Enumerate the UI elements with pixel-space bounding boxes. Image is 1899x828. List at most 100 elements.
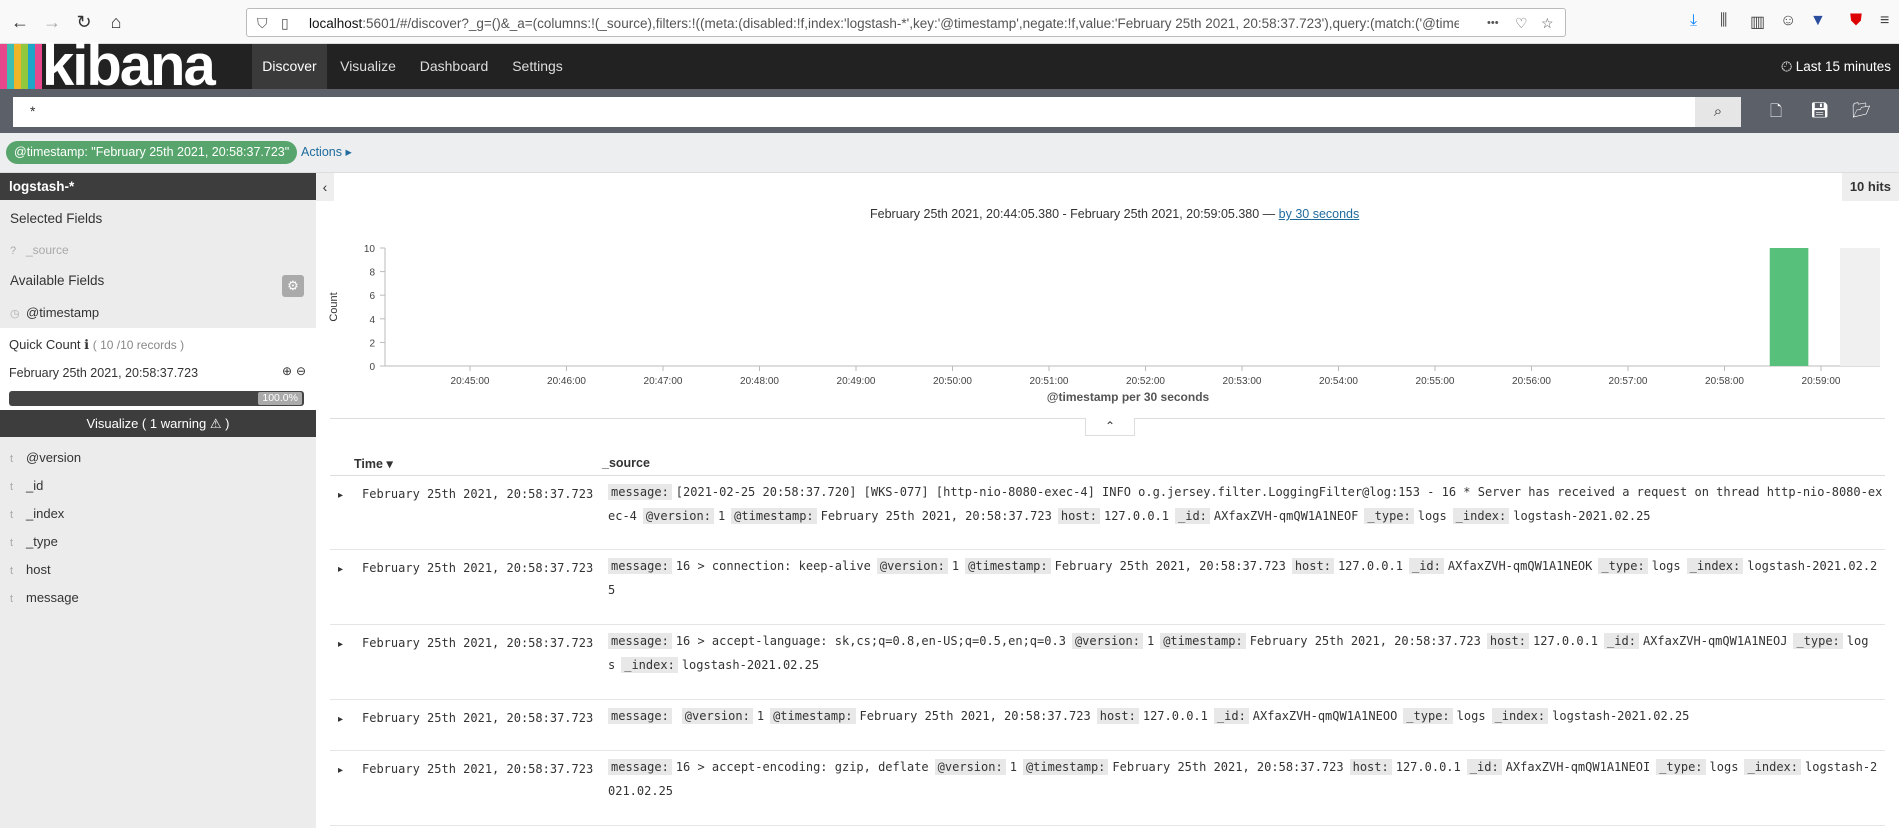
x-tick-label: 20:58:00: [1705, 376, 1744, 387]
source-field-key: @timestamp:: [770, 708, 856, 724]
source-field-value: logs: [1709, 760, 1739, 774]
field-id[interactable]: t _id: [10, 478, 43, 493]
field-host[interactable]: t host: [10, 562, 51, 577]
row-time: February 25th 2021, 20:58:37.723: [362, 561, 594, 575]
open-search-icon[interactable]: 📂︎: [1852, 101, 1871, 119]
source-field-key: _id:: [1213, 708, 1249, 724]
string-type-icon: t: [10, 509, 14, 521]
source-field-value: 16 > accept-language: sk,cs;q=0.8,en-US;…: [675, 634, 1066, 648]
shield-icon[interactable]: ⛉: [257, 15, 268, 32]
extension-icon[interactable]: ▼: [1810, 12, 1826, 30]
time-column-header[interactable]: Time ▾: [354, 456, 393, 471]
source-field-key: @version:: [642, 508, 714, 524]
reload-icon[interactable]: ↻: [72, 10, 96, 34]
gear-icon[interactable]: ⚙︎: [282, 275, 304, 297]
nav-settings[interactable]: Settings: [505, 44, 570, 89]
source-field-value: February 25th 2021, 20:58:37.723: [1249, 634, 1481, 648]
url-bar[interactable]: ⛉ ▯ localhost:5601/#/discover?_g=()&_a=(…: [246, 8, 1566, 37]
filter-actions-link[interactable]: Actions ▸: [301, 144, 352, 159]
source-field-key: _index:: [621, 657, 678, 673]
source-field-key: message:: [608, 484, 672, 500]
expand-row-icon[interactable]: ▸: [338, 765, 343, 776]
interval-link[interactable]: by 30 seconds: [1279, 207, 1360, 221]
quick-count-label: Quick Count ℹ ( 10 /10 records ): [9, 337, 184, 353]
chevron-up-icon[interactable]: ⌃: [1085, 418, 1135, 436]
source-field-key: host:: [1057, 508, 1100, 524]
field-index[interactable]: t _index: [10, 506, 64, 521]
info-icon: ℹ: [84, 337, 90, 352]
download-icon[interactable]: ⤓: [1690, 12, 1697, 30]
logo-stripe: [14, 44, 21, 89]
field-message[interactable]: t message: [10, 590, 79, 605]
source-field-key: _type:: [1364, 508, 1414, 524]
table-row[interactable]: ▸ February 25th 2021, 20:58:37.723 message…: [330, 625, 1885, 700]
field-timestamp[interactable]: ◷ @timestamp: [10, 305, 99, 320]
save-search-icon[interactable]: 💾︎: [1810, 101, 1829, 119]
source-field-key: _type:: [1598, 558, 1648, 574]
sidebar-icon[interactable]: ▥: [1750, 12, 1765, 32]
source-field-value: 1: [951, 559, 960, 573]
x-tick-label: 20:48:00: [740, 376, 779, 387]
x-tick-label: 20:45:00: [451, 376, 490, 387]
time-range-text: February 25th 2021, 20:44:05.380 - Febru…: [870, 207, 1276, 221]
zoom-out-icon[interactable]: ⊖: [296, 364, 306, 378]
url-text[interactable]: localhost:5601/#/discover?_g=()&_a=(colu…: [309, 16, 1459, 31]
index-pattern[interactable]: logstash-*: [0, 173, 316, 200]
table-row[interactable]: ▸ February 25th 2021, 20:58:37.723 message…: [330, 476, 1885, 550]
time-picker-label: Last 15 minutes: [1795, 59, 1891, 74]
source-field-value: 127.0.0.1: [1533, 634, 1599, 648]
expand-row-icon[interactable]: ▸: [338, 714, 343, 725]
adblock-icon[interactable]: ⛊: [1850, 12, 1862, 30]
field-name: _id: [26, 478, 44, 493]
visualize-button[interactable]: Visualize ( 1 warning ⚠ ): [0, 410, 316, 437]
expand-row-icon[interactable]: ▸: [338, 490, 343, 501]
table-row[interactable]: ▸ February 25th 2021, 20:58:37.723 message…: [330, 550, 1885, 625]
row-source: message: @version: 1 @timestamp: February 25…: [608, 704, 1883, 728]
expand-row-icon[interactable]: ▸: [338, 639, 343, 650]
bookmark-star-icon[interactable]: ☆: [1541, 15, 1554, 32]
time-picker[interactable]: 🕘︎ Last 15 minutes: [1781, 44, 1899, 89]
zoom-in-icon[interactable]: ⊕: [282, 364, 292, 378]
pocket-icon[interactable]: ♡: [1515, 15, 1528, 32]
collapse-sidebar-icon[interactable]: ‹: [316, 173, 334, 201]
source-field-value: 16 > connection: keep-alive: [675, 559, 871, 573]
y-tick-label: 0: [369, 362, 375, 373]
nav-discover[interactable]: Discover: [252, 44, 327, 89]
kibana-logo[interactable]: kibana: [0, 33, 235, 98]
source-field-key: @timestamp:: [1022, 759, 1109, 775]
histogram-chart: 0 2 4 6 8 10 Count 20:45:00 20:46:00 20:47:00 20:4…: [328, 244, 1880, 404]
x-tick-label: 20:56:00: [1512, 376, 1551, 387]
field-name: _index: [26, 506, 65, 521]
source-field-value: 127.0.0.1: [1337, 559, 1403, 573]
progress-label: 100.0%: [258, 392, 302, 405]
kibana-nav: kibana Discover Visualize Dashboard Sett…: [0, 33, 1899, 98]
filter-pill[interactable]: @timestamp: "February 25th 2021, 20:58:3…: [6, 141, 298, 164]
source-field-key: host:: [1349, 759, 1392, 775]
source-field-key: _index:: [1452, 508, 1510, 524]
back-icon[interactable]: ←: [8, 10, 32, 34]
account-icon[interactable]: ☺: [1780, 12, 1796, 30]
home-icon[interactable]: ⌂: [104, 10, 128, 34]
nav-dashboard[interactable]: Dashboard: [414, 44, 494, 89]
forward-icon[interactable]: →: [40, 10, 64, 34]
query-input[interactable]: *: [13, 97, 1695, 127]
menu-icon[interactable]: ≡: [1880, 12, 1889, 30]
library-icon[interactable]: ⫼: [1720, 12, 1727, 30]
source-field-value: AXfaxZVH-qmQW1A1NEOI: [1505, 760, 1651, 774]
field-version[interactable]: t @version: [10, 450, 81, 465]
table-row[interactable]: ▸ February 25th 2021, 20:58:37.723 message…: [330, 700, 1885, 751]
string-type-icon: t: [10, 453, 14, 465]
page-actions-icon[interactable]: •••: [1487, 17, 1499, 29]
field-source[interactable]: ? _source: [10, 243, 69, 257]
string-type-icon: t: [10, 593, 14, 605]
field-type[interactable]: t _type: [10, 534, 58, 549]
new-search-icon[interactable]: 🗋︎: [1770, 101, 1782, 126]
source-field-key: message:: [608, 759, 672, 775]
page-info-icon[interactable]: ▯: [281, 15, 289, 32]
expand-row-icon[interactable]: ▸: [338, 564, 343, 575]
search-button[interactable]: ⌕: [1695, 97, 1741, 127]
table-row[interactable]: ▸ February 25th 2021, 20:58:37.723 message…: [330, 751, 1885, 826]
source-column-header: _source: [602, 456, 650, 470]
source-field-value: 1: [756, 709, 765, 723]
nav-visualize[interactable]: Visualize: [334, 44, 402, 89]
